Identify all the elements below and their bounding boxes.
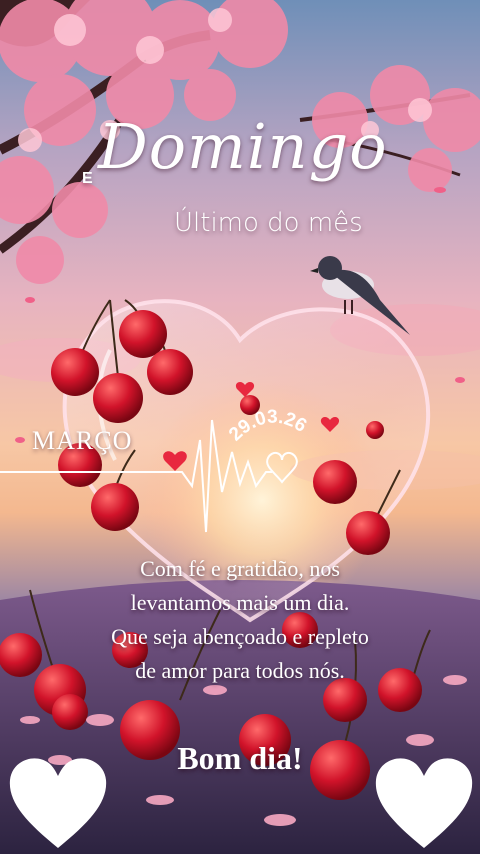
heart-icon — [375, 758, 473, 848]
message-line: levantamos mais um dia. — [130, 590, 350, 615]
date-arc: 29.03.26 — [228, 406, 310, 445]
message-line: Com fé e gratidão, nos — [140, 556, 340, 581]
heart-icon — [9, 758, 107, 848]
title-prefix: E — [82, 170, 93, 187]
page-title: Domingo — [98, 110, 388, 183]
page-subtitle: Último do mês — [174, 208, 363, 238]
month-label: MARÇO — [32, 426, 133, 455]
svg-text:29.03.26: 29.03.26 — [228, 406, 310, 445]
greeting-card: E Domingo Último do mês MARÇO 29.03.26 C… — [0, 0, 480, 854]
date-label: 29.03.26 — [228, 406, 310, 445]
message-line: Que seja abençoado e repleto — [111, 624, 369, 649]
message-line: de amor para todos nós. — [135, 658, 345, 683]
message-block: Com fé e gratidão, nos levantamos mais u… — [0, 552, 480, 688]
